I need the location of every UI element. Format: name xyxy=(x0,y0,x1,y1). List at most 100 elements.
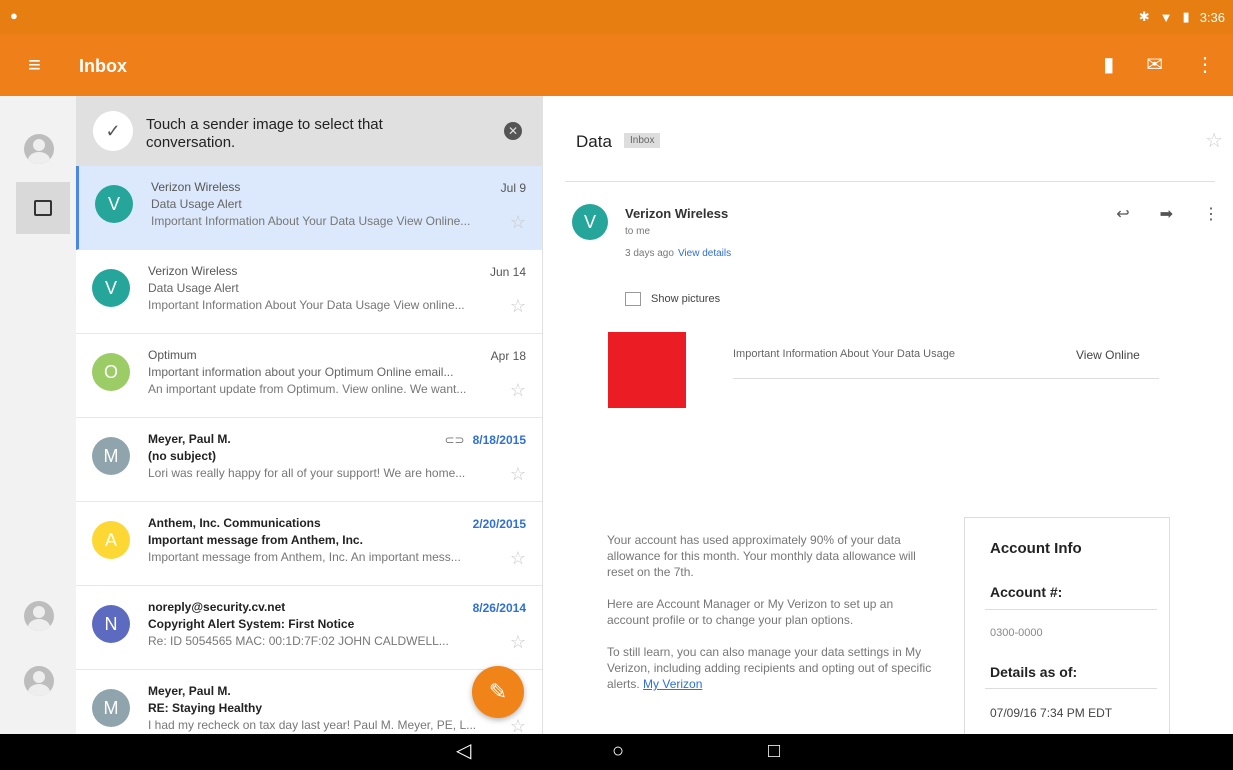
conversation-subject: Data Usage Alert xyxy=(148,281,239,295)
sender-name: Meyer, Paul M. xyxy=(148,684,231,698)
conversation-row[interactable]: V Verizon Wireless Jun 14 Data Usage Alert I… xyxy=(76,250,542,334)
check-icon: ✓ xyxy=(93,111,133,151)
tip-message: Touch a sender image to select that conv… xyxy=(146,116,383,151)
image-icon xyxy=(625,292,641,306)
conversation-snippet: Important Information About Your Data Us… xyxy=(148,298,465,312)
body-paragraph: To still learn, you can also manage your… xyxy=(607,645,932,691)
conversation-row[interactable]: A Anthem, Inc. Communications 2/20/2015 Imp… xyxy=(76,502,542,586)
status-bar: ● ✱ ▼ ▮ 3:36 xyxy=(0,0,1233,34)
details-as-of-value: 07/09/16 7:34 PM EDT xyxy=(990,706,1113,720)
star-icon[interactable]: ☆ xyxy=(510,296,526,317)
sender-name: Verizon Wireless xyxy=(148,264,238,278)
sender-name: noreply@security.cv.net xyxy=(148,600,286,614)
conversation-snippet: Important message from Anthem, Inc. An i… xyxy=(148,550,461,564)
conversation-snippet: An important update from Optimum. View o… xyxy=(148,382,467,396)
home-button[interactable]: ○ xyxy=(612,740,624,762)
inbox-icon xyxy=(34,200,52,216)
trash-icon[interactable]: ▮ xyxy=(1103,52,1114,77)
divider xyxy=(733,378,1159,379)
star-icon[interactable]: ☆ xyxy=(510,548,526,569)
back-button[interactable]: ◁ xyxy=(456,740,471,762)
star-icon[interactable]: ☆ xyxy=(510,716,526,734)
sender-avatar[interactable]: A xyxy=(92,521,130,559)
account-avatar[interactable] xyxy=(24,666,54,696)
sender-avatar[interactable]: N xyxy=(92,605,130,643)
conversation-snippet: Re: ID 5054565 MAC: 00:1D:7F:02 JOHN CAL… xyxy=(148,634,449,648)
conversation-snippet: Lori was really happy for all of your su… xyxy=(148,466,466,480)
divider xyxy=(985,688,1157,689)
conversation-snippet: I had my recheck on tax day last year! P… xyxy=(148,718,477,732)
conversation-date: ⊂⊃ 8/18/2015 xyxy=(444,433,527,447)
conversation-row[interactable]: M Meyer, Paul M. ⊂⊃ 8/18/2015 (no subject) Lo… xyxy=(76,418,542,502)
conversation-snippet: Important Information About Your Data Us… xyxy=(151,214,471,228)
sender-avatar[interactable]: V xyxy=(95,185,133,223)
conversation-subject: Data Usage Alert xyxy=(151,197,242,211)
conversation-subject: Copyright Alert System: First Notice xyxy=(148,617,355,631)
conversation-subject: Important information about your Optimum… xyxy=(148,365,454,379)
close-circle-icon[interactable]: ✕ xyxy=(504,122,522,140)
body-paragraph: Your account has used approximately 90% … xyxy=(607,533,916,579)
account-number-value: 0300-0000 xyxy=(990,627,1043,639)
star-icon[interactable]: ☆ xyxy=(1205,128,1223,153)
star-icon[interactable]: ☆ xyxy=(510,380,526,401)
page-title: Inbox xyxy=(79,56,127,76)
account-avatar[interactable] xyxy=(24,601,54,631)
pencil-icon: ✎ xyxy=(488,679,508,704)
battery-icon: ▮ xyxy=(1182,9,1190,24)
status-time: 3:36 xyxy=(1199,9,1225,25)
show-pictures-button[interactable]: Show pictures xyxy=(625,292,720,306)
conversation-date: 2/20/2015 xyxy=(472,517,526,531)
sender-name: Verizon Wireless xyxy=(151,180,241,194)
conversation-date: Jul 9 xyxy=(500,181,526,195)
sender-name: Verizon Wireless xyxy=(625,206,729,221)
view-online-link[interactable]: View Online xyxy=(1076,348,1140,362)
body-paragraph: Here are Account Manager or My Verizon t… xyxy=(607,597,894,627)
sender-name: Optimum xyxy=(148,348,197,362)
conversation-date: Jun 14 xyxy=(489,265,526,279)
more-vert-icon[interactable]: ⋮ xyxy=(1203,204,1219,224)
my-verizon-link[interactable]: My Verizon xyxy=(643,677,702,691)
sender-avatar[interactable]: M xyxy=(92,437,130,475)
recents-button[interactable]: □ xyxy=(768,740,780,762)
account-avatar[interactable] xyxy=(24,134,54,164)
email-header-text: Important Information About Your Data Us… xyxy=(733,348,955,360)
more-vert-icon[interactable]: ⋮ xyxy=(1195,52,1215,77)
view-details-link[interactable]: View details xyxy=(678,248,731,259)
sender-avatar[interactable]: V xyxy=(92,269,130,307)
compose-button[interactable]: ✎ xyxy=(472,666,524,718)
conversation-row[interactable]: Nnoreply@security.cv.net 8/26/2014 Copyrig… xyxy=(76,586,542,670)
conversation-row[interactable]: O Optimum Apr 18 Important information abou… xyxy=(76,334,542,418)
message-subject: Data xyxy=(576,132,612,151)
sender-avatar[interactable]: V xyxy=(572,204,608,240)
app-toolbar: ≡ Inbox ▮ ✉ ⋮ xyxy=(0,34,1233,96)
system-navigation-bar: ◁ ○ □ xyxy=(0,734,1233,770)
reading-pane: Data Inbox ☆ V Verizon Wireless to me 3 … xyxy=(543,96,1233,736)
forward-icon[interactable]: ➡ xyxy=(1160,204,1173,224)
account-info-box: Account Info Account #: 0300-0000 Detail… xyxy=(964,517,1170,736)
bluetooth-icon: ✱ xyxy=(1138,9,1150,24)
sender-avatar[interactable]: M xyxy=(92,689,130,727)
sender-avatar[interactable]: O xyxy=(92,353,130,391)
conversation-date: Apr 18 xyxy=(490,349,526,363)
star-icon[interactable]: ☆ xyxy=(510,212,526,233)
divider xyxy=(985,609,1157,610)
account-info-title: Account Info xyxy=(990,540,1082,557)
sender-name: Meyer, Paul M. xyxy=(148,432,231,446)
attachment-icon: ⊂⊃ xyxy=(444,433,465,447)
star-icon[interactable]: ☆ xyxy=(510,464,526,485)
wifi-icon: ▼ xyxy=(1159,9,1173,25)
conversation-row[interactable]: V Verizon Wireless Jul 9 Data Usage Alert Im… xyxy=(76,166,542,250)
account-rail xyxy=(0,96,76,734)
conversation-date: 8/26/2014 xyxy=(472,601,526,615)
email-body: Your account has used approximately 90% … xyxy=(607,532,937,708)
hamburger-menu-icon[interactable]: ≡ xyxy=(28,54,41,76)
location-pin-icon: ● xyxy=(10,8,18,23)
label-badge[interactable]: Inbox xyxy=(624,133,661,148)
inbox-folder-button[interactable] xyxy=(16,182,70,234)
divider xyxy=(565,181,1215,182)
conversation-row[interactable]: M Meyer, Paul M. RE: Staying Healthy I had … xyxy=(76,670,542,734)
conversation-subject: (no subject) xyxy=(148,449,216,463)
reply-icon[interactable]: ↩ xyxy=(1116,204,1129,224)
envelope-icon[interactable]: ✉ xyxy=(1146,52,1163,77)
star-icon[interactable]: ☆ xyxy=(510,632,526,653)
